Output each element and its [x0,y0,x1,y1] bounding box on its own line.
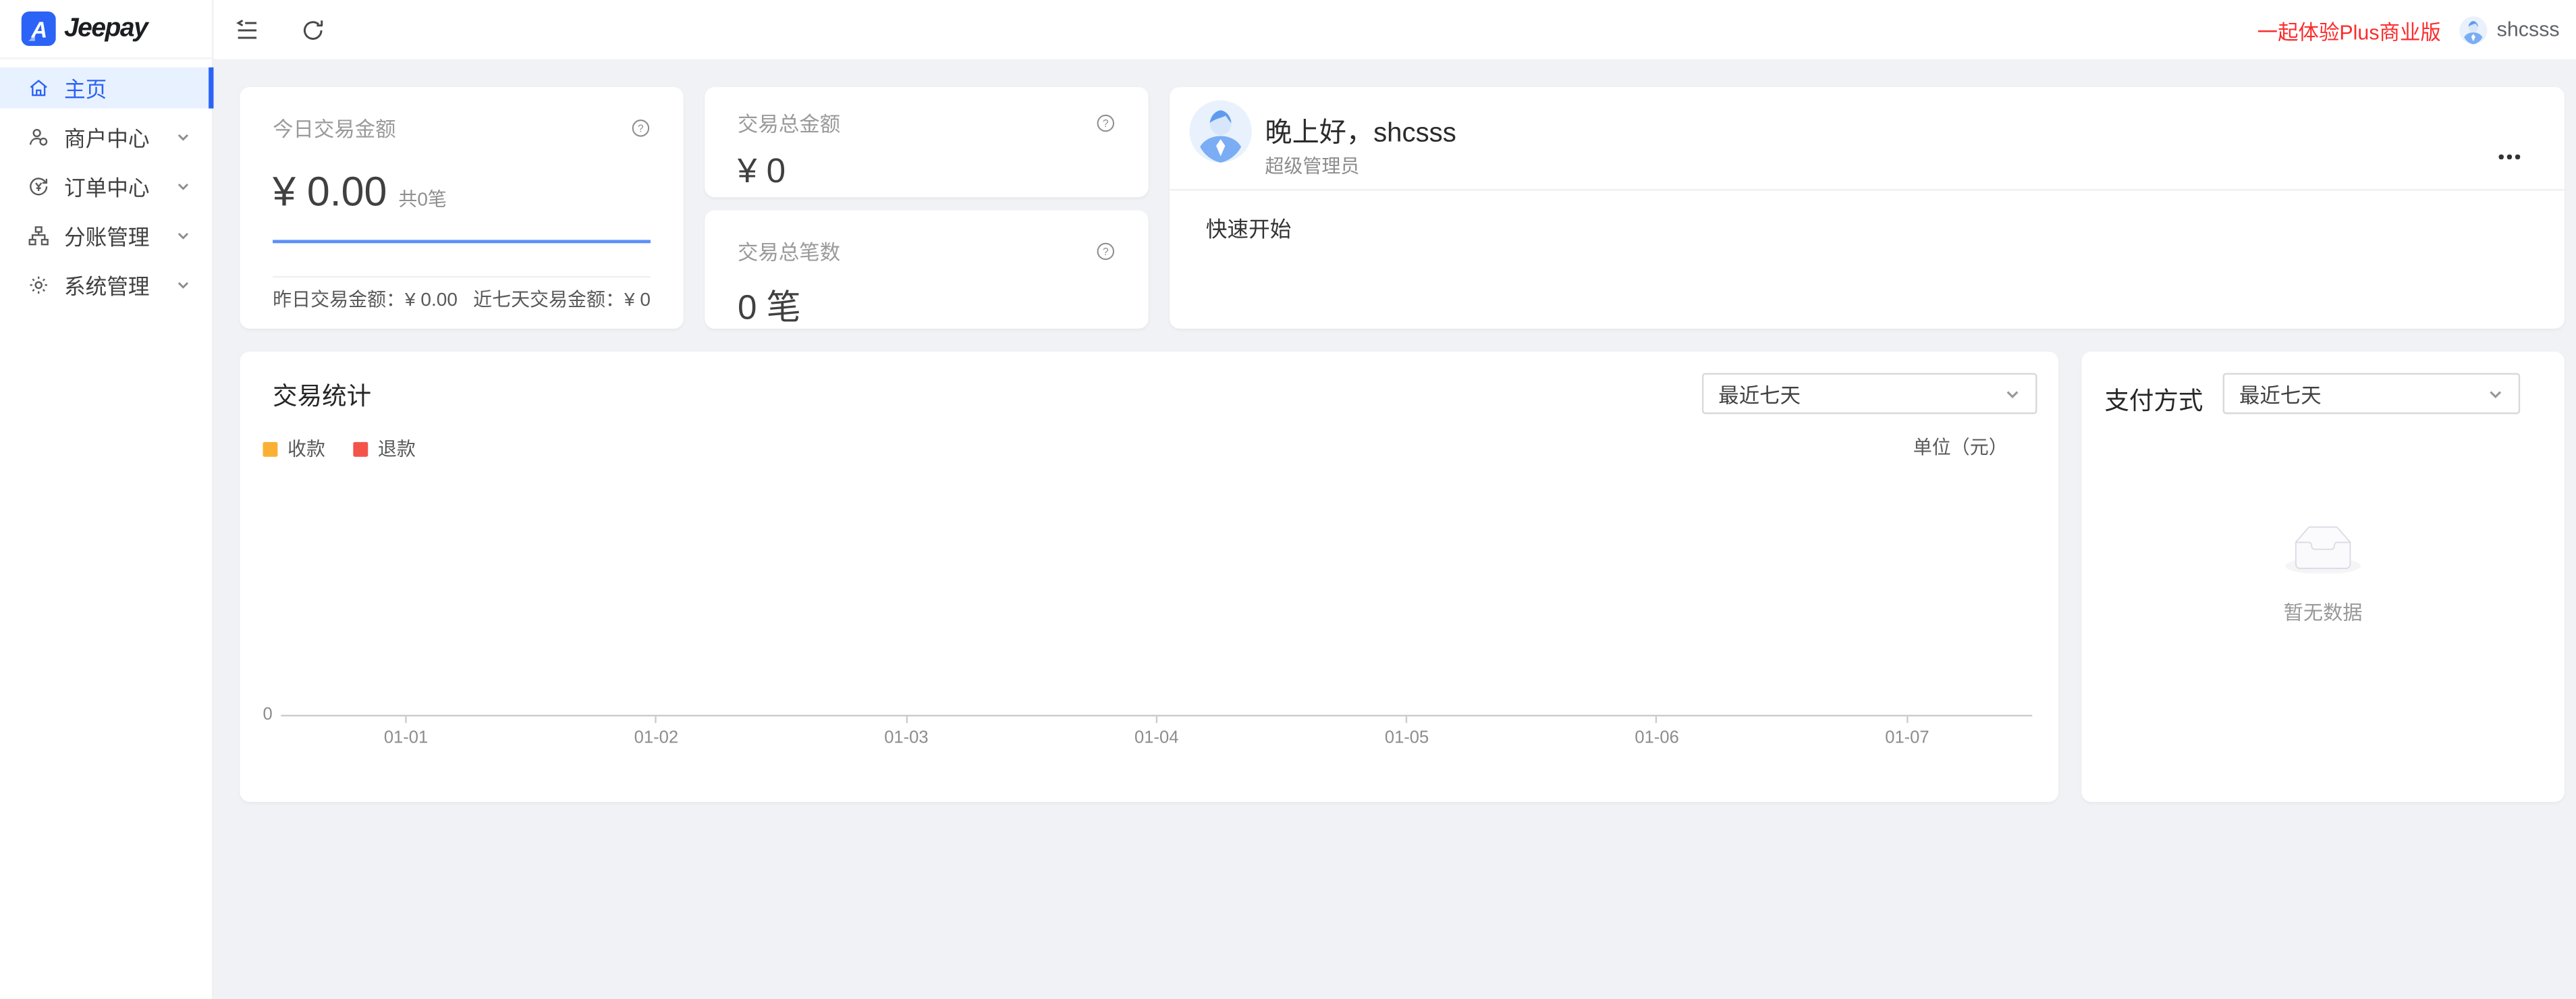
total-amount-value: ¥ 0 [738,153,1116,192]
chart-title: 交易统计 [273,378,371,412]
total-count-value: 0 笔 [738,281,1116,330]
card-title: 交易总金额 [738,107,840,138]
svg-text:?: ? [1103,117,1109,129]
sidebar-item-division-management[interactable]: 分账管理 [0,215,212,256]
legend-label: 退款 [378,435,416,462]
home-icon [28,77,49,99]
select-value: 最近七天 [2239,378,2488,409]
avatar-icon [2459,16,2487,43]
chevron-down-icon [2488,385,2504,402]
sidebar: A Jeepay 主页 商户中心 [0,0,213,999]
sidebar-item-home[interactable]: 主页 [0,68,212,109]
y-axis-label: 0 [263,705,272,724]
svg-text:A: A [30,17,47,42]
top-header: 一起体验Plus商业版 shcsss [213,0,2576,59]
today-count: 共0笔 [398,186,447,212]
divider [1170,189,2565,190]
select-value: 最近七天 [1718,378,2004,409]
sidebar-item-label: 系统管理 [64,269,176,300]
legend-item-refund[interactable]: 退款 [353,435,416,462]
chart-legend: 收款 退款 [263,435,415,462]
x-axis-label: 01-05 [1385,728,1429,747]
logo-text: Jeepay [64,14,147,44]
trade-stats-card: 交易统计 最近七天 收款 退款 单位（元） 0 [240,352,2058,802]
svg-text:?: ? [638,122,644,134]
pay-method-card: 支付方式 最近七天 暂无数据 [2081,352,2565,802]
greeting-text: 晚上好，shcsss [1265,110,1456,149]
help-circle-icon[interactable]: ? [631,117,651,137]
svg-text:?: ? [1103,246,1109,257]
chevron-down-icon [2004,385,2021,402]
division-icon [28,225,49,246]
x-axis-label: 01-07 [1885,728,1929,747]
user-role: 超级管理员 [1265,153,1359,179]
yesterday-amount: 昨日交易金额：¥ 0.00 [273,286,458,313]
totals-column: 交易总金额 ? ¥ 0 交易总笔数 ? [705,87,1148,329]
sidebar-item-label: 主页 [64,72,190,103]
legend-item-income[interactable]: 收款 [263,435,325,462]
app-root: A Jeepay 主页 商户中心 [0,0,2576,999]
more-icon[interactable] [2490,133,2525,172]
avatar-icon [1189,100,1252,163]
welcome-card: 晚上好，shcsss 超级管理员 快速开始 [1170,87,2565,329]
avatar[interactable] [2459,16,2487,43]
date-range-select[interactable]: 最近七天 [2223,373,2521,414]
reload-icon[interactable] [300,18,325,43]
total-amount-card: 交易总金额 ? ¥ 0 [705,87,1148,197]
main-content: 今日交易金额 ? ¥ 0.00 共0笔 昨日交易金额：¥ 0.00 近七天交易金… [213,59,2576,999]
chevron-down-icon [175,130,190,144]
today-amount-value: ¥ 0.00 [273,169,387,217]
card-title: 支付方式 [2104,383,2203,417]
chevron-down-icon [175,179,190,194]
plus-promo-link[interactable]: 一起体验Plus商业版 [2257,14,2441,45]
order-icon [28,176,49,197]
card-title: 今日交易金额 [273,112,396,143]
legend-label: 收款 [287,435,325,462]
quick-start-title: 快速开始 [1206,212,1292,243]
sidebar-item-system-management[interactable]: 系统管理 [0,265,212,306]
sidebar-item-label: 订单中心 [64,171,176,202]
merchant-icon [28,126,49,148]
settings-icon [28,275,49,296]
income-swatch [263,441,277,456]
chevron-down-icon [175,228,190,243]
x-axis-label: 01-06 [1635,728,1678,747]
refund-swatch [353,441,368,456]
chevron-down-icon [175,277,190,292]
sidebar-menu: 主页 商户中心 订单中心 [0,59,212,306]
date-range-select[interactable]: 最近七天 [1702,373,2037,414]
help-circle-icon[interactable]: ? [1096,241,1116,261]
x-axis-label: 01-02 [634,728,678,747]
divider [273,276,651,277]
sparkline [273,240,651,243]
unit-label: 单位（元） [1913,434,2008,460]
menu-fold-icon[interactable] [235,18,260,43]
sidebar-item-label: 商户中心 [64,122,176,153]
sidebar-item-order-center[interactable]: 订单中心 [0,166,212,207]
empty-state: 暂无数据 [2081,526,2565,627]
jeepay-logo-icon: A [22,11,56,46]
week-amount: 近七天交易金额：¥ 0 [473,286,651,313]
sidebar-item-label: 分账管理 [64,220,176,251]
help-circle-icon[interactable]: ? [1096,113,1116,132]
x-axis-label: 01-04 [1134,728,1178,747]
card-title: 交易总笔数 [738,235,840,266]
logo[interactable]: A Jeepay [0,0,212,59]
x-axis-label: 01-01 [384,728,428,747]
header-username[interactable]: shcsss [2497,18,2560,41]
stats-row: 今日交易金额 ? ¥ 0.00 共0笔 昨日交易金额：¥ 0.00 近七天交易金… [240,87,2565,329]
today-amount-card: 今日交易金额 ? ¥ 0.00 共0笔 昨日交易金额：¥ 0.00 近七天交易金… [240,87,683,329]
empty-text: 暂无数据 [2081,599,2565,626]
empty-box-icon [2285,526,2361,574]
x-axis: 01-01 01-02 01-03 01-04 01-05 01-06 01-0… [281,715,2032,716]
user-avatar [1189,100,1252,163]
x-axis-label: 01-03 [884,728,928,747]
total-count-card: 交易总笔数 ? 0 笔 [705,211,1148,329]
sidebar-item-merchant-center[interactable]: 商户中心 [0,117,212,158]
charts-row: 交易统计 最近七天 收款 退款 单位（元） 0 [240,352,2565,802]
